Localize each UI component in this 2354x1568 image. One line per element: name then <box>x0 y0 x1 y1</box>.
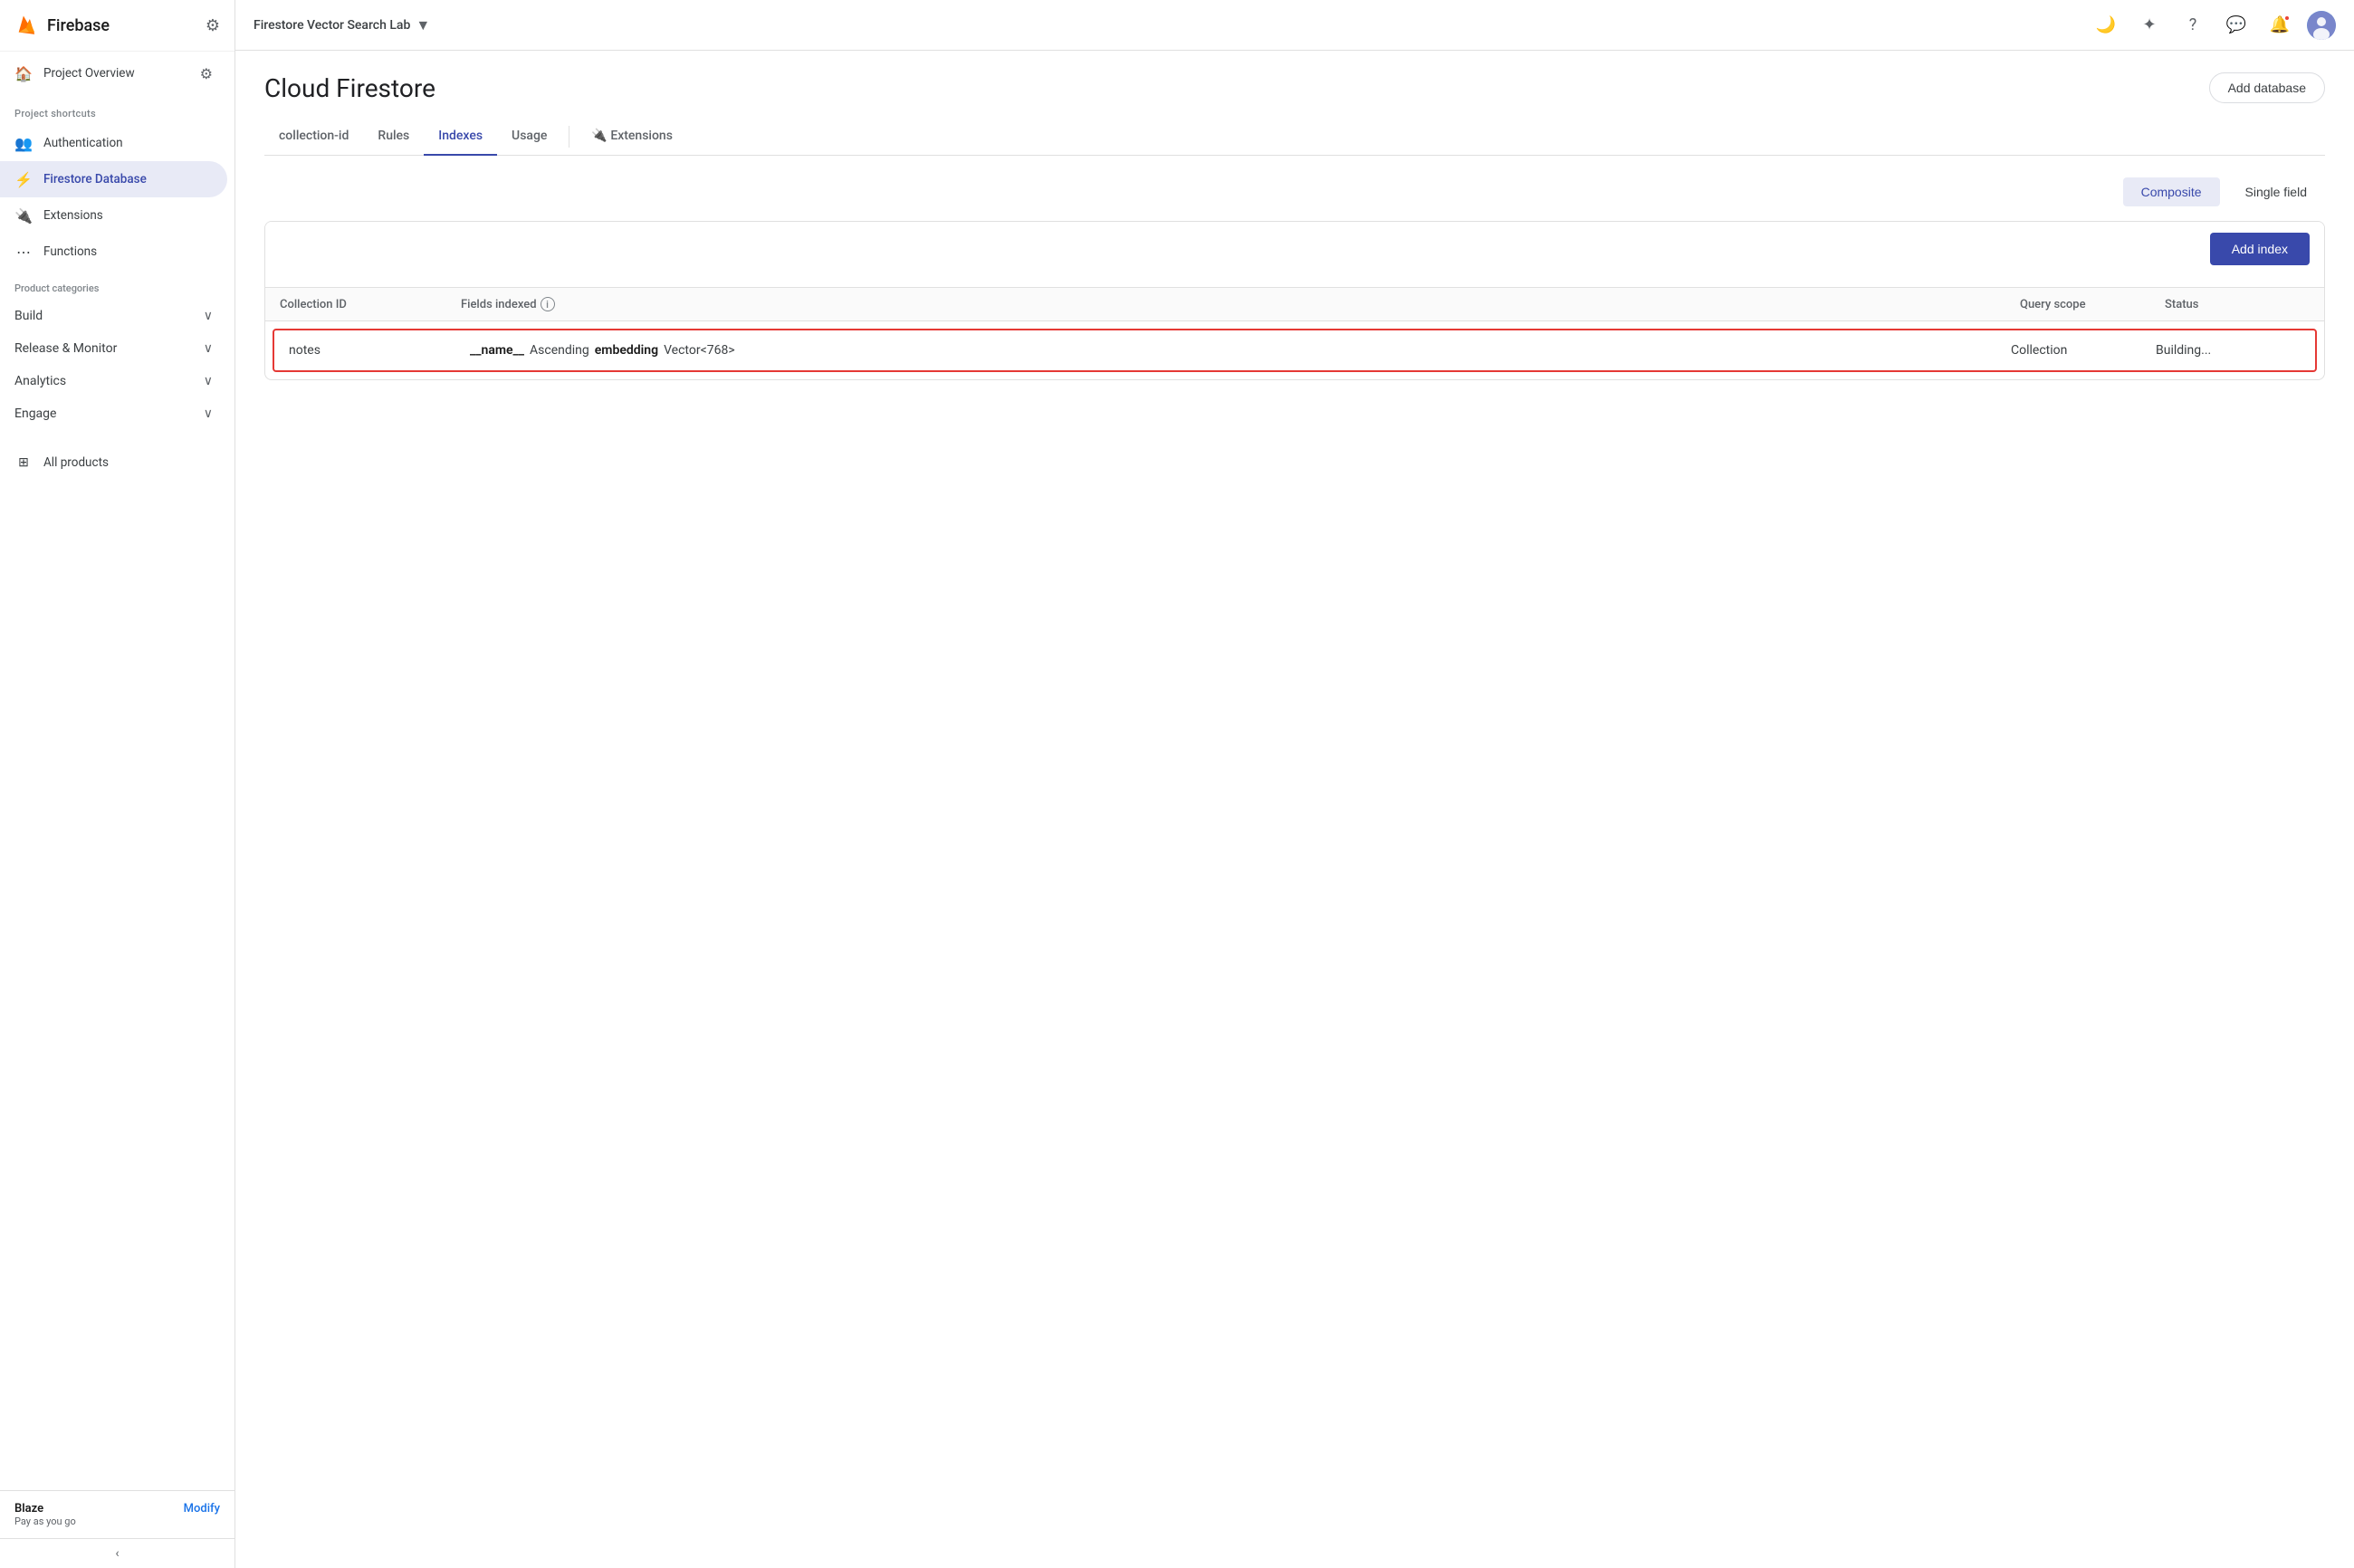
notification-dot <box>2283 14 2291 22</box>
home-icon: 🏠 <box>14 64 33 82</box>
field-name-1: __name__ <box>470 343 524 358</box>
tab-indexes[interactable]: Indexes <box>424 118 497 156</box>
firestore-label: Firestore Database <box>43 172 147 186</box>
topbar-icons: 🌙 ✦ ? 💬 🔔 <box>2090 9 2336 42</box>
th-status: Status <box>2165 297 2310 311</box>
add-database-button[interactable]: Add database <box>2209 72 2325 103</box>
firebase-logo-icon <box>14 13 40 38</box>
table-row[interactable]: notes __name__ Ascending embedding Vecto… <box>273 329 2317 372</box>
product-categories-label: Product categories <box>0 270 234 300</box>
extensions-tab-icon: 🔌 <box>591 129 607 143</box>
composite-button[interactable]: Composite <box>2123 177 2220 206</box>
chat-icon: 💬 <box>2226 15 2246 34</box>
dark-mode-button[interactable]: 🌙 <box>2090 9 2122 42</box>
sidebar-item-analytics[interactable]: Analytics ∨ <box>0 365 227 397</box>
field-type-1: Ascending <box>530 343 589 358</box>
project-overview-label: Project Overview <box>43 66 135 81</box>
sidebar-item-functions[interactable]: ⋯ Functions <box>0 234 227 270</box>
th-collection-id: Collection ID <box>280 297 461 311</box>
grid-icon: ⊞ <box>14 454 33 472</box>
topbar: Firestore Vector Search Lab ▼ 🌙 ✦ ? 💬 🔔 <box>235 0 2354 51</box>
auth-icon: 👥 <box>14 134 33 152</box>
extensions-icon: 🔌 <box>14 206 33 225</box>
collection-id-cell: notes <box>289 343 470 358</box>
sidebar-header: Firebase ⚙ <box>0 0 234 52</box>
plan-name: Blaze <box>14 1502 76 1515</box>
tab-extensions[interactable]: 🔌 Extensions <box>577 118 687 156</box>
plan-sub: Pay as you go <box>14 1515 76 1527</box>
content-area: Cloud Firestore Add database collection-… <box>235 51 2354 1568</box>
tab-data[interactable]: collection-id <box>264 118 363 156</box>
firestore-icon: ⚡ <box>14 170 33 188</box>
sidebar-item-extensions[interactable]: 🔌 Extensions <box>0 197 227 234</box>
release-monitor-label: Release & Monitor <box>14 341 117 356</box>
build-chevron-icon: ∨ <box>204 309 213 323</box>
sidebar-collapse-button[interactable]: ‹ <box>0 1538 234 1568</box>
sidebar-item-engage[interactable]: Engage ∨ <box>0 397 227 430</box>
authentication-label: Authentication <box>43 136 123 150</box>
all-products-label: All products <box>43 455 109 470</box>
fields-info-icon[interactable]: i <box>541 297 555 311</box>
settings-gear-icon[interactable]: ⚙ <box>200 65 213 82</box>
table-action-row: Add index <box>265 222 2324 287</box>
status-cell: Building... <box>2156 343 2301 358</box>
table-header: Collection ID Fields indexed i Query sco… <box>265 287 2324 321</box>
help-button[interactable]: ? <box>2177 9 2209 42</box>
sparkle-button[interactable]: ✦ <box>2133 9 2166 42</box>
sidebar-item-firestore[interactable]: ⚡ Firestore Database <box>0 161 227 197</box>
single-field-button[interactable]: Single field <box>2227 177 2326 206</box>
sparkle-icon: ✦ <box>2142 15 2156 34</box>
page-header: Cloud Firestore Add database <box>264 72 2325 103</box>
fields-cell: __name__ Ascending embedding Vector<768> <box>470 343 2011 358</box>
brand-name: Firebase <box>47 16 110 35</box>
all-products-item[interactable]: ⊞ All products <box>0 445 227 481</box>
query-scope-cell: Collection <box>2011 343 2156 358</box>
tab-rules[interactable]: Rules <box>363 118 424 156</box>
plan-modify-link[interactable]: Modify <box>184 1502 220 1515</box>
project-dropdown-icon: ▼ <box>416 16 430 34</box>
plan-details: Blaze Pay as you go <box>14 1502 76 1527</box>
main-content: Firestore Vector Search Lab ▼ 🌙 ✦ ? 💬 🔔 <box>235 0 2354 1568</box>
chat-button[interactable]: 💬 <box>2220 9 2253 42</box>
sidebar-item-build[interactable]: Build ∨ <box>0 300 227 332</box>
release-chevron-icon: ∨ <box>204 341 213 356</box>
analytics-chevron-icon: ∨ <box>204 374 213 388</box>
project-shortcuts-label: Project shortcuts <box>0 95 234 125</box>
add-index-button[interactable]: Add index <box>2210 233 2310 265</box>
project-shortcuts-items: 👥 Authentication ⚡ Firestore Database 🔌 … <box>0 125 234 270</box>
help-icon: ? <box>2189 15 2197 34</box>
extensions-label: Extensions <box>43 208 103 223</box>
functions-label: Functions <box>43 244 97 259</box>
sidebar: Firebase ⚙ 🏠 Project Overview ⚙ Project … <box>0 0 235 1568</box>
sidebar-item-release-monitor[interactable]: Release & Monitor ∨ <box>0 332 227 365</box>
th-query-scope: Query scope <box>2020 297 2165 311</box>
field-name-2: embedding <box>595 343 658 358</box>
dark-mode-icon: 🌙 <box>2096 15 2116 34</box>
page-title: Cloud Firestore <box>264 73 435 103</box>
sidebar-bottom: Blaze Pay as you go Modify <box>0 1490 234 1538</box>
notification-button[interactable]: 🔔 <box>2263 9 2296 42</box>
index-table-container: Add index Collection ID Fields indexed i… <box>264 221 2325 380</box>
build-label: Build <box>14 309 43 323</box>
product-categories-items: Build ∨ Release & Monitor ∨ Analytics ∨ … <box>0 300 234 430</box>
project-selector[interactable]: Firestore Vector Search Lab ▼ <box>254 16 430 34</box>
engage-label: Engage <box>14 406 56 421</box>
tab-usage[interactable]: Usage <box>497 118 561 156</box>
collapse-icon: ‹ <box>115 1546 119 1561</box>
sidebar-item-authentication[interactable]: 👥 Authentication <box>0 125 227 161</box>
plan-info: Blaze Pay as you go Modify <box>14 1502 220 1527</box>
analytics-label: Analytics <box>14 374 66 388</box>
functions-icon: ⋯ <box>14 243 33 261</box>
th-fields-indexed: Fields indexed i <box>461 297 2020 311</box>
engage-chevron-icon: ∨ <box>204 406 213 421</box>
tabs-bar: collection-id Rules Indexes Usage 🔌 Exte… <box>264 118 2325 156</box>
sidebar-item-project-overview[interactable]: 🏠 Project Overview ⚙ <box>0 55 227 91</box>
settings-icon[interactable]: ⚙ <box>206 16 220 35</box>
field-type-2: Vector<768> <box>664 343 735 358</box>
project-name: Firestore Vector Search Lab <box>254 18 410 33</box>
index-type-controls: Composite Single field <box>264 177 2325 206</box>
user-avatar[interactable] <box>2307 11 2336 40</box>
